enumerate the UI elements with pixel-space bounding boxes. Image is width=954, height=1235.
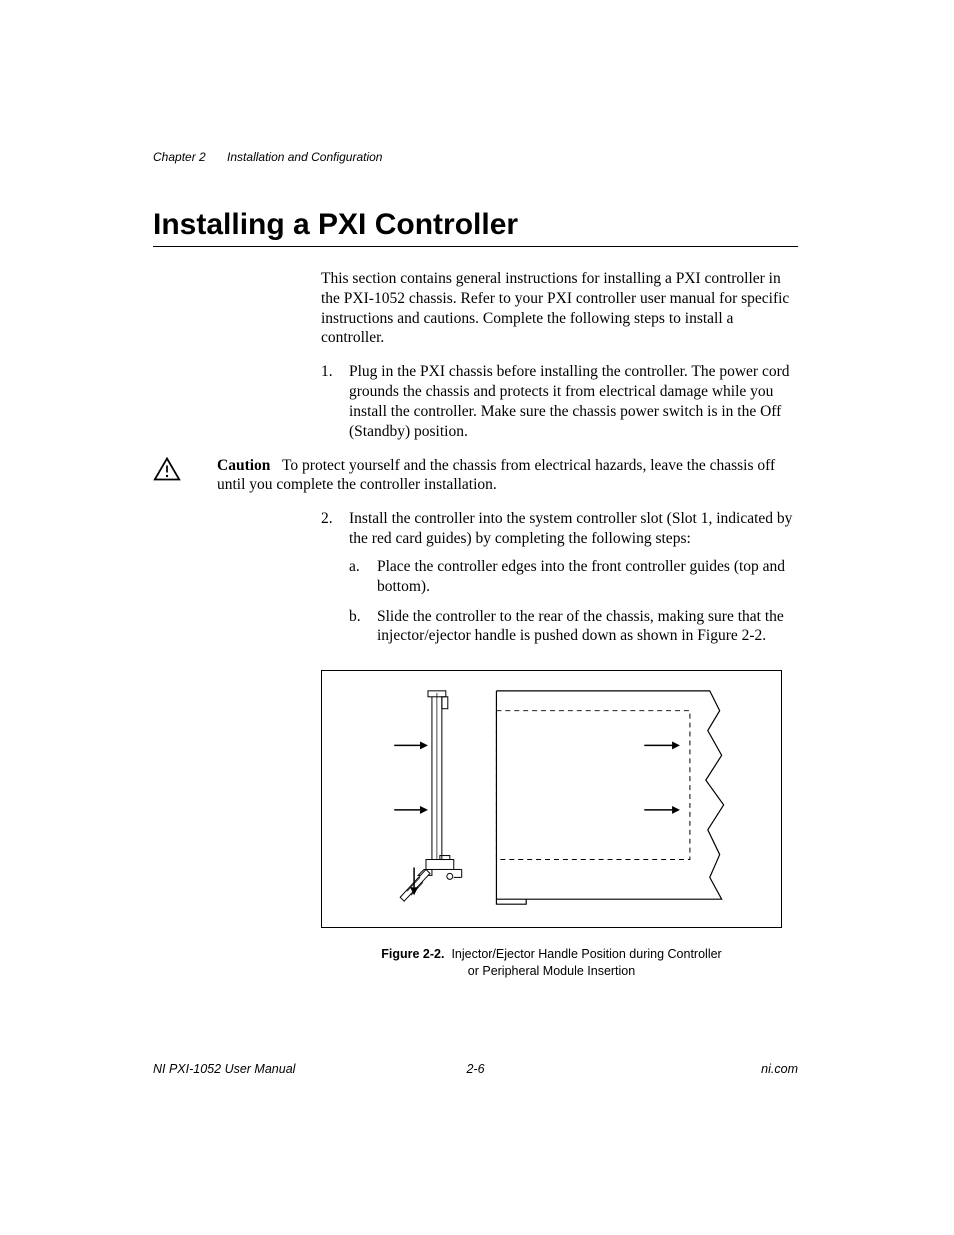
substep-letter: a. [349,557,377,597]
caution-text: Caution To protect yourself and the chas… [217,456,798,496]
page-footer: NI PXI-1052 User Manual 2-6 ni.com [153,1062,798,1076]
chapter-title: Installation and Configuration [227,150,382,164]
chapter-number: Chapter 2 [153,150,206,164]
step-2a: a. Place the controller edges into the f… [349,557,798,597]
figure-caption-line2: or Peripheral Module Insertion [468,964,635,978]
figure-caption: Figure 2-2. Injector/Ejector Handle Posi… [321,946,782,980]
step-text: Plug in the PXI chassis before installin… [349,362,798,441]
caution-block: Caution To protect yourself and the chas… [153,456,798,496]
caution-icon [153,456,217,488]
step-1: 1. Plug in the PXI chassis before instal… [321,362,798,441]
substep-text: Place the controller edges into the fron… [377,557,798,597]
heading-rule [153,246,798,247]
step-2: 2. Install the controller into the syste… [321,509,798,656]
figure-2-2: Figure 2-2. Injector/Ejector Handle Posi… [321,670,782,980]
substep-text: Slide the controller to the rear of the … [377,607,798,647]
figure-frame [321,670,782,928]
figure-label: Figure 2-2. [381,947,444,961]
step-2b: b. Slide the controller to the rear of t… [349,607,798,647]
caution-body: To protect yourself and the chassis from… [217,457,775,494]
substep-letter: b. [349,607,377,647]
step-number: 2. [321,509,349,656]
section-heading: Installing a PXI Controller [153,208,798,242]
footer-page-number: 2-6 [153,1062,798,1076]
step-number: 1. [321,362,349,441]
running-header: Chapter 2 Installation and Configuration [153,150,798,164]
intro-paragraph: This section contains general instructio… [321,269,798,348]
caution-label: Caution [217,457,270,474]
figure-caption-line1: Injector/Ejector Handle Position during … [451,947,721,961]
step-text: Install the controller into the system c… [349,510,792,547]
